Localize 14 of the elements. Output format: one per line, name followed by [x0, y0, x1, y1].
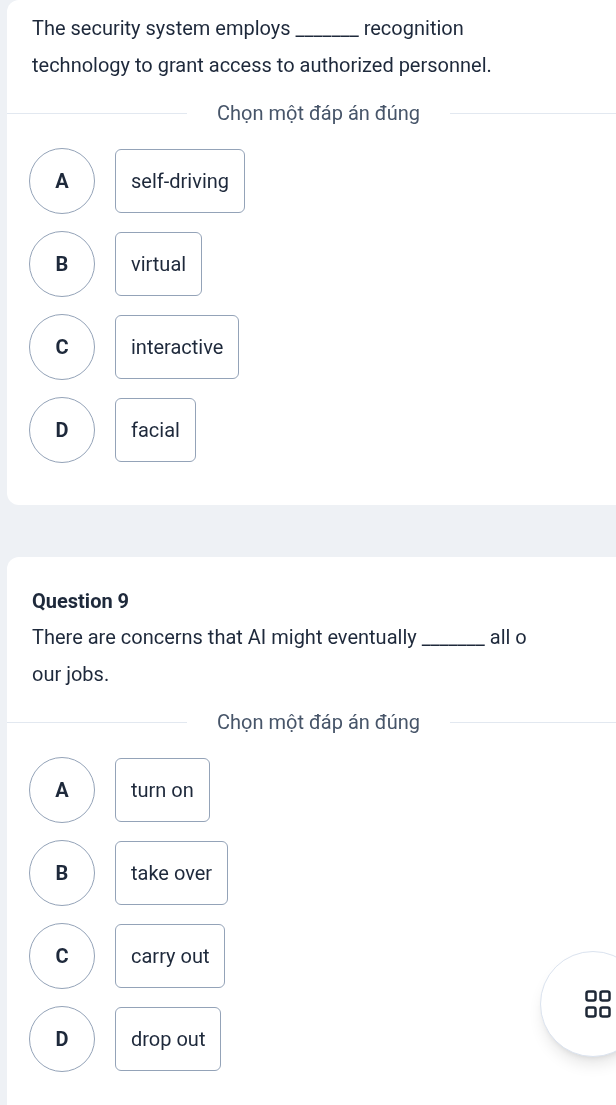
question-title: Question 9 — [32, 588, 130, 615]
option-answer[interactable]: facial — [115, 398, 196, 462]
option-answer[interactable]: take over — [115, 841, 229, 905]
option-answer[interactable]: carry out — [115, 924, 226, 988]
question-text: The security system employs _______ recognition technology to grant access to authorized personnel. — [32, 15, 492, 79]
option-answer[interactable]: drop out — [115, 1007, 222, 1071]
option-answer[interactable]: virtual — [115, 232, 203, 296]
instruction-text: Chọn một đáp án đúng — [217, 100, 421, 127]
option-answer[interactable]: interactive — [115, 315, 240, 379]
instruction-text: Chọn một đáp án đúng — [217, 709, 421, 736]
option-answer[interactable]: turn on — [115, 758, 210, 822]
option-answer[interactable]: self-driving — [115, 149, 246, 213]
grid-icon — [585, 990, 611, 1018]
question-text: There are concerns that AI might eventually _______ all o our jobs. — [32, 624, 527, 688]
